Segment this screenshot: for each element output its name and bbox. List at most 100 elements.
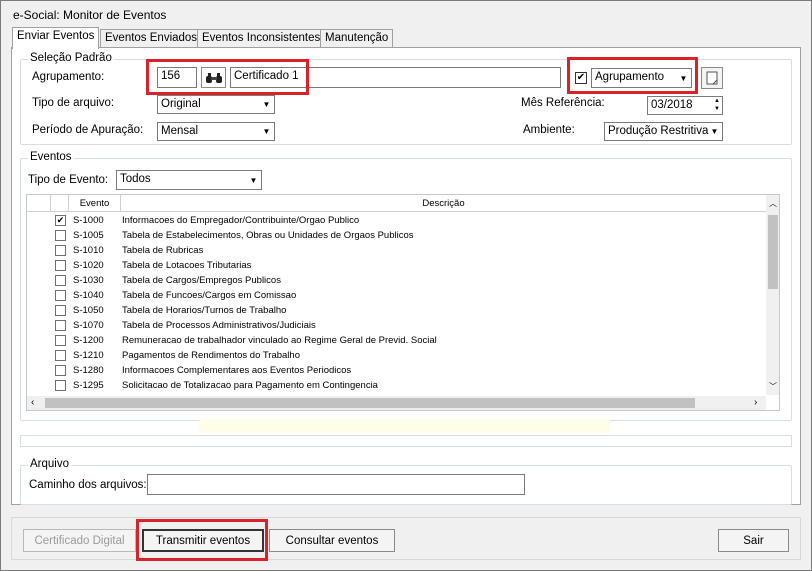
document-icon xyxy=(706,71,718,85)
periodo-apuracao-label: Período de Apuração: xyxy=(32,124,144,136)
table-row[interactable]: S-1295 Solicitacao de Totalizacao para Pa… xyxy=(27,378,765,393)
tab-manutencao[interactable]: Manutenção xyxy=(320,29,394,48)
scroll-thumb-vertical[interactable] xyxy=(768,215,778,289)
certificado-digital-button[interactable]: Certificado Digital xyxy=(23,529,136,552)
mes-referencia-label: Mês Referência: xyxy=(521,97,605,109)
table-row[interactable]: S-1200 Remuneracao de trabalhador vincula… xyxy=(27,333,765,348)
row-checkbox[interactable] xyxy=(55,260,66,271)
chevron-down-icon: ▼ xyxy=(710,127,719,136)
row-checkbox[interactable] xyxy=(55,245,66,256)
row-description: Tabela de Estabelecimentos, Obras ou Uni… xyxy=(122,230,414,241)
row-checkbox[interactable] xyxy=(55,350,66,361)
notes-button[interactable] xyxy=(701,67,723,89)
row-event-code: S-1010 xyxy=(73,245,104,256)
highlight-agrupamento xyxy=(146,59,309,95)
tab-eventos-enviados[interactable]: Eventos Enviados xyxy=(100,29,203,48)
spinner-icon[interactable]: ▲ ▼ xyxy=(714,97,720,113)
row-checkbox[interactable] xyxy=(55,335,66,346)
mes-referencia-field[interactable]: 03/2018 ▲ ▼ xyxy=(647,96,723,115)
grid-header: Evento Descrição xyxy=(27,195,767,212)
tipo-evento-select[interactable]: Todos ▼ xyxy=(116,170,262,190)
chevron-down-icon: ▼ xyxy=(262,100,271,109)
row-checkbox[interactable] xyxy=(55,230,66,241)
row-event-code: S-1020 xyxy=(73,260,104,271)
row-checkbox[interactable]: ✔ xyxy=(55,215,66,226)
tipo-arquivo-select[interactable]: Original ▼ xyxy=(157,95,275,114)
periodo-apuracao-select[interactable]: Mensal ▼ xyxy=(157,122,275,141)
row-description: Tabela de Processos Administrativos/Judi… xyxy=(122,320,316,331)
caminho-field[interactable] xyxy=(147,474,525,495)
tab-enviar-eventos[interactable]: Enviar Eventos xyxy=(12,27,100,49)
sair-button[interactable]: Sair xyxy=(718,529,789,552)
row-checkbox[interactable] xyxy=(55,305,66,316)
header-check xyxy=(51,195,69,212)
status-area xyxy=(199,419,610,433)
caminho-label: Caminho dos arquivos: xyxy=(29,479,147,491)
tab-eventos-inconsistentes[interactable]: Eventos Inconsistentes xyxy=(197,29,326,48)
agrupamento-label: Agrupamento: xyxy=(32,71,105,83)
highlight-transmitir xyxy=(136,519,268,561)
row-checkbox[interactable] xyxy=(55,365,66,376)
row-description: Tabela de Lotacoes Tributarias xyxy=(122,260,252,271)
main-window: e-Social: Monitor de Eventos Enviar Even… xyxy=(0,0,812,571)
chevron-down-icon: ▼ xyxy=(262,127,271,136)
tipo-arquivo-label: Tipo de arquivo: xyxy=(32,97,115,109)
row-description: Solicitacao de Totalizacao para Pagament… xyxy=(122,380,378,391)
table-row[interactable]: S-1050 Tabela de Horarios/Turnos de Traba… xyxy=(27,303,765,318)
scroll-thumb-horizontal[interactable] xyxy=(45,398,695,408)
table-row[interactable]: S-1010 Tabela de Rubricas xyxy=(27,243,765,258)
row-event-code: S-1005 xyxy=(73,230,104,241)
table-row[interactable]: S-1210 Pagamentos de Rendimentos do Traba… xyxy=(27,348,765,363)
row-event-code: S-1295 xyxy=(73,380,104,391)
row-description: Tabela de Cargos/Empregos Publicos xyxy=(122,275,281,286)
chevron-down-icon: ▼ xyxy=(249,175,258,185)
scroll-right-icon[interactable]: › xyxy=(754,397,757,408)
row-description: Remuneracao de trabalhador vinculado ao … xyxy=(122,335,437,346)
table-row[interactable]: S-1020 Tabela de Lotacoes Tributarias xyxy=(27,258,765,273)
row-event-code: S-1280 xyxy=(73,365,104,376)
header-descricao: Descrição xyxy=(121,195,767,212)
row-event-code: S-1050 xyxy=(73,305,104,316)
scroll-down-icon[interactable]: ﹀ xyxy=(769,381,777,392)
progress-bar xyxy=(20,435,792,447)
table-row[interactable]: S-1280 Informacoes Complementares aos Eve… xyxy=(27,363,765,378)
ambiente-select[interactable]: Produção Restritiva ▼ xyxy=(604,122,723,141)
row-description: Informacoes do Empregador/Contribuinte/O… xyxy=(122,215,360,226)
window-title: e-Social: Monitor de Eventos xyxy=(13,8,167,22)
row-event-code: S-1210 xyxy=(73,350,104,361)
row-description: Tabela de Funcoes/Cargos em Comissao xyxy=(122,290,297,301)
table-row[interactable]: S-1070 Tabela de Processos Administrativo… xyxy=(27,318,765,333)
tipo-evento-label: Tipo de Evento: xyxy=(28,174,109,186)
header-evento: Evento xyxy=(69,195,121,212)
table-row[interactable]: S-1030 Tabela de Cargos/Empregos Publicos xyxy=(27,273,765,288)
table-row[interactable]: S-1040 Tabela de Funcoes/Cargos em Comiss… xyxy=(27,288,765,303)
scroll-up-icon[interactable]: ︿ xyxy=(769,198,777,209)
row-checkbox[interactable] xyxy=(55,320,66,331)
horizontal-scrollbar[interactable]: ‹ › xyxy=(27,396,766,410)
selecao-padrao-title: Seleção Padrão xyxy=(28,52,114,64)
eventos-title: Eventos xyxy=(28,151,74,163)
scroll-left-icon[interactable]: ‹ xyxy=(31,397,34,408)
row-event-code: S-1040 xyxy=(73,290,104,301)
consultar-eventos-button[interactable]: Consultar eventos xyxy=(269,529,395,552)
row-description: Informacoes Complementares aos Eventos P… xyxy=(122,365,352,376)
header-blank xyxy=(27,195,51,212)
row-description: Tabela de Horarios/Turnos de Trabalho xyxy=(122,305,287,316)
eventos-grid: Evento Descrição ✔ S-1000 Informacoes do E… xyxy=(26,194,780,411)
row-checkbox[interactable] xyxy=(55,275,66,286)
title-bar: e-Social: Monitor de Eventos xyxy=(1,1,811,27)
row-event-code: S-1070 xyxy=(73,320,104,331)
row-event-code: S-1030 xyxy=(73,275,104,286)
row-checkbox[interactable] xyxy=(55,290,66,301)
ambiente-label: Ambiente: xyxy=(523,124,575,136)
table-row[interactable]: S-1005 Tabela de Estabelecimentos, Obras … xyxy=(27,228,765,243)
highlight-combo xyxy=(567,57,698,94)
row-description: Tabela de Rubricas xyxy=(122,245,204,256)
row-event-code: S-1000 xyxy=(73,215,104,226)
arquivo-title: Arquivo xyxy=(28,458,71,470)
table-row[interactable]: ✔ S-1000 Informacoes do Empregador/Contrib… xyxy=(27,213,765,228)
vertical-scrollbar[interactable]: ︿ ﹀ xyxy=(766,195,779,395)
row-checkbox[interactable] xyxy=(55,380,66,391)
row-event-code: S-1200 xyxy=(73,335,104,346)
row-description: Pagamentos de Rendimentos do Trabalho xyxy=(122,350,300,361)
